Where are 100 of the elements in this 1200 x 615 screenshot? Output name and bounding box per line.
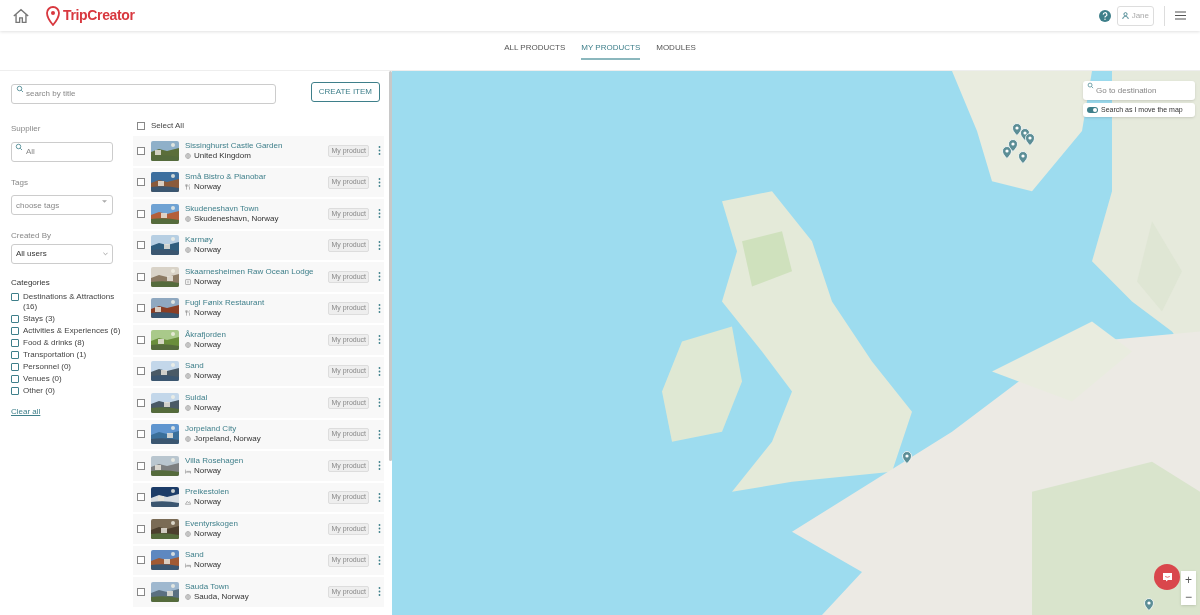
more-options-icon[interactable] [378, 398, 381, 408]
mountain-icon [185, 499, 191, 506]
more-options-icon[interactable] [378, 272, 381, 282]
zoom-in-button[interactable]: + [1181, 571, 1196, 588]
product-checkbox[interactable] [137, 587, 145, 596]
search-icon [16, 85, 24, 94]
product-title-link[interactable]: Suldal [185, 392, 208, 403]
product-checkbox[interactable] [137, 209, 145, 218]
map-pin-icon[interactable] [1144, 598, 1154, 611]
category-label: Other (0) [23, 386, 55, 396]
more-options-icon[interactable] [378, 524, 381, 534]
product-title-link[interactable]: Eventyrskogen [185, 518, 238, 529]
product-title-link[interactable]: Villa Rosehagen [185, 455, 244, 466]
product-checkbox[interactable] [137, 493, 145, 502]
search-field[interactable]: search by title [11, 83, 276, 104]
select-all-checkbox[interactable] [137, 122, 145, 130]
product-title-link[interactable]: Karmøy [185, 235, 213, 246]
category-checkbox[interactable] [11, 375, 19, 383]
map-pin-icon[interactable] [1002, 146, 1012, 159]
product-title-link[interactable]: Sand [185, 361, 204, 372]
product-title-link[interactable]: Skudeneshavn Town [185, 203, 259, 214]
more-options-icon[interactable] [378, 587, 381, 597]
product-location: Skudeneshavn, Norway [194, 213, 279, 224]
fork-knife-icon [185, 184, 191, 191]
category-checkbox[interactable] [11, 387, 19, 395]
zoom-out-button[interactable]: − [1181, 588, 1196, 605]
map-pin-icon[interactable] [902, 451, 912, 464]
product-checkbox[interactable] [137, 272, 145, 281]
more-options-icon[interactable] [378, 429, 381, 439]
scrollbar[interactable] [389, 71, 392, 461]
product-checkbox[interactable] [137, 178, 145, 187]
product-title-link[interactable]: Fugl Fønix Restaurant [185, 298, 265, 309]
product-checkbox[interactable] [137, 146, 145, 155]
more-options-icon[interactable] [378, 492, 381, 502]
product-title-link[interactable]: Små Bistro & Pianobar [185, 172, 266, 183]
tags-dropdown[interactable]: choose tags [11, 195, 113, 215]
product-location: Sauda, Norway [194, 591, 249, 602]
logo-text[interactable]: TripCreator [63, 5, 135, 26]
supplier-field[interactable]: All [11, 141, 113, 162]
tab[interactable]: ALL PRODUCTS [504, 42, 566, 60]
help-icon[interactable] [1098, 9, 1111, 22]
category-checkbox[interactable] [11, 315, 19, 323]
more-options-icon[interactable] [378, 335, 381, 345]
more-options-icon[interactable] [378, 177, 381, 187]
product-checkbox[interactable] [137, 430, 145, 439]
more-options-icon[interactable] [378, 240, 381, 250]
map-pin-icon[interactable] [1012, 123, 1022, 136]
toggle-switch[interactable] [1087, 107, 1098, 113]
menu-icon[interactable] [1175, 11, 1186, 20]
product-title-link[interactable]: Skaarnesheimen Raw Ocean Lodge [185, 266, 314, 277]
product-checkbox[interactable] [137, 335, 145, 344]
product-location: Norway [194, 308, 222, 319]
search-icon [15, 143, 23, 151]
product-title-link[interactable]: Sissinghurst Castle Garden [185, 140, 283, 151]
more-options-icon[interactable] [378, 146, 381, 156]
product-checkbox[interactable] [137, 367, 145, 376]
product-title-link[interactable]: Preikestolen [185, 487, 230, 498]
category-label: Stays (3) [23, 314, 55, 324]
filter-label: Created By [11, 230, 53, 242]
category-checkbox[interactable] [11, 339, 19, 347]
category-checkbox[interactable] [11, 327, 19, 335]
map-pin-icon[interactable] [1008, 139, 1018, 152]
product-checkbox[interactable] [137, 524, 145, 533]
product-title-link[interactable]: Sand [185, 550, 204, 561]
more-options-icon[interactable] [378, 555, 381, 565]
fork-knife-icon [185, 310, 191, 317]
building-icon [185, 278, 191, 285]
product-checkbox[interactable] [137, 556, 145, 565]
destination-search-field[interactable]: Go to destination [1083, 81, 1195, 100]
more-options-icon[interactable] [378, 209, 381, 219]
caret-icon [102, 199, 107, 203]
more-options-icon[interactable] [378, 461, 381, 471]
product-title-link[interactable]: Åkrafjorden [185, 329, 226, 340]
map-pin-icon[interactable] [1025, 133, 1035, 146]
more-options-icon[interactable] [378, 366, 381, 376]
more-options-icon[interactable] [378, 303, 381, 313]
product-checkbox[interactable] [137, 304, 145, 313]
product-checkbox[interactable] [137, 461, 145, 470]
user-button[interactable]: Jane [1116, 5, 1154, 26]
product-checkbox[interactable] [137, 241, 145, 250]
product-location: Norway [194, 528, 222, 539]
category-checkbox[interactable] [11, 293, 19, 301]
filter-label: Supplier [11, 123, 42, 135]
tab[interactable]: MY PRODUCTS [581, 42, 641, 60]
home-icon[interactable] [12, 6, 30, 25]
product-location: Jorpeland, Norway [194, 434, 261, 445]
created-by-dropdown[interactable]: All users [11, 244, 113, 264]
tab[interactable]: MODULES [656, 42, 696, 60]
category-label: Food & drinks (8) [23, 338, 85, 348]
clear-all-link[interactable]: Clear all [11, 406, 41, 418]
create-item-button[interactable]: CREATE ITEM [310, 81, 380, 102]
search-icon [1087, 82, 1094, 89]
chat-icon [1161, 572, 1173, 582]
category-checkbox[interactable] [11, 351, 19, 359]
product-location: United Kingdom [194, 150, 251, 161]
product-title-link[interactable]: Sauda Town [185, 581, 229, 592]
product-title-link[interactable]: Jorpeland City [185, 424, 237, 435]
map-pin-icon[interactable] [1018, 151, 1028, 164]
product-checkbox[interactable] [137, 398, 145, 407]
category-checkbox[interactable] [11, 363, 19, 371]
